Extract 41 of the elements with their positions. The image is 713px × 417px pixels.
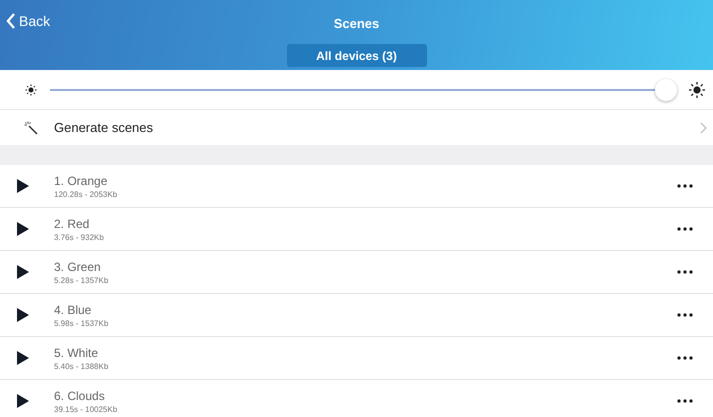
scene-name: 6. Clouds <box>54 388 106 402</box>
more-options-icon[interactable] <box>677 270 693 274</box>
scene-name: 3. Green <box>54 260 102 274</box>
play-icon[interactable] <box>17 351 29 365</box>
scene-info: 39.15s - 10025Kb <box>54 404 118 414</box>
play-icon[interactable] <box>17 394 29 408</box>
more-options-icon[interactable] <box>677 399 693 403</box>
scene-info: 5.98s - 1537Kb <box>54 318 110 328</box>
scene-name: 1. Orange <box>54 174 108 188</box>
screen-title: Scenes <box>334 16 380 30</box>
magic-wand-icon <box>24 120 38 134</box>
scene-row[interactable]: 4. Blue 5.98s - 1537Kb <box>0 294 713 337</box>
scene-name: 4. Blue <box>54 302 92 316</box>
play-icon[interactable] <box>17 308 29 322</box>
slider-thumb[interactable] <box>654 78 677 100</box>
more-options-icon[interactable] <box>677 356 693 360</box>
scene-info: 5.28s - 1357Kb <box>54 276 110 284</box>
play-icon[interactable] <box>17 265 29 279</box>
play-icon[interactable] <box>17 222 29 236</box>
scene-name: 5. White <box>54 346 100 360</box>
more-options-icon[interactable] <box>677 313 693 317</box>
sun-large-icon <box>688 80 706 98</box>
brightness-slider[interactable] <box>50 78 676 102</box>
more-options-icon[interactable] <box>677 184 693 188</box>
generate-scenes-row[interactable]: Generate scenes <box>0 110 713 145</box>
scene-row[interactable]: 5. White 5.40s - 1388Kb <box>0 337 713 380</box>
chevron-left-icon <box>6 13 16 29</box>
play-icon[interactable] <box>17 179 29 193</box>
scene-row[interactable]: 1. Orange 120.28s - 2053Kb <box>0 165 713 208</box>
more-options-icon[interactable] <box>677 227 693 231</box>
scene-row[interactable]: 3. Green 5.28s - 1357Kb <box>0 251 713 294</box>
scene-row[interactable]: 2. Red 3.76s - 932Kb <box>0 208 713 251</box>
scene-info: 5.40s - 1388Kb <box>54 362 110 370</box>
scene-name: 2. Red <box>54 216 90 230</box>
generate-scenes-label: Generate scenes <box>54 120 154 135</box>
device-filter-button[interactable]: All devices (3) <box>286 44 426 67</box>
scene-info: 120.28s - 2053Kb <box>54 190 118 198</box>
scene-row[interactable]: 6. Clouds 39.15s - 10025Kb <box>0 380 713 417</box>
back-button[interactable]: Back <box>6 13 50 29</box>
chevron-right-icon <box>700 122 707 134</box>
scene-info: 3.76s - 932Kb <box>54 232 105 242</box>
